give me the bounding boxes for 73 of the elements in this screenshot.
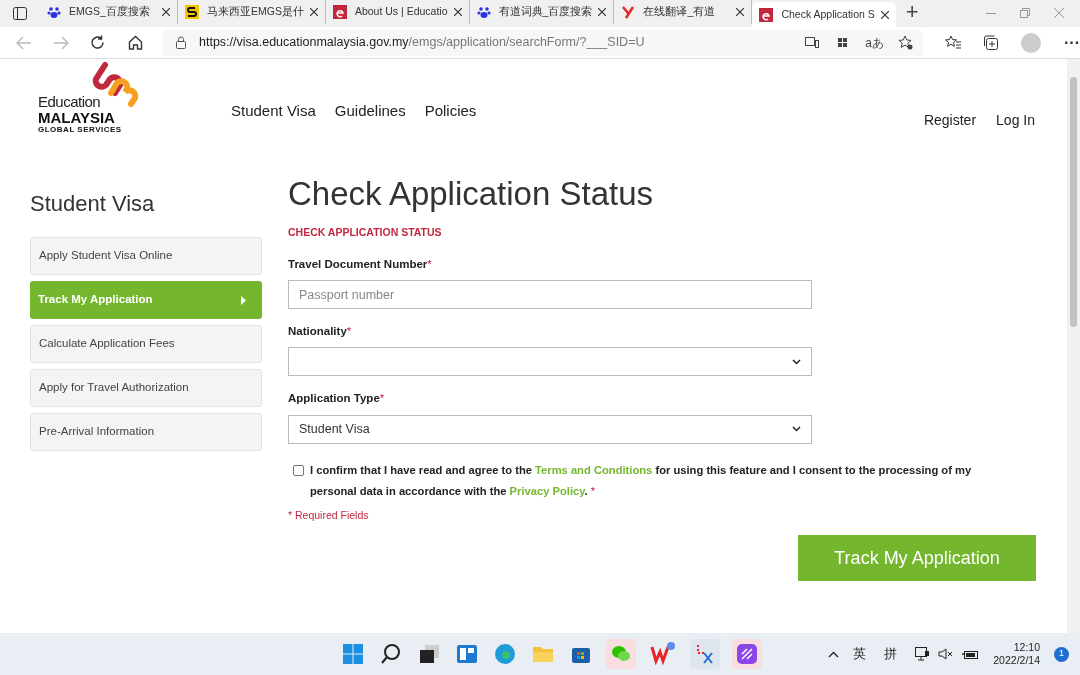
logo[interactable]: Education MALAYSIA GLOBAL SERVICES xyxy=(38,61,140,141)
dropdown-field[interactable]: Student Visa xyxy=(288,414,812,444)
snipping-tool-icon[interactable] xyxy=(690,639,720,669)
translate-button[interactable]: aあ xyxy=(865,33,884,52)
input-method-indicator[interactable]: 拼 xyxy=(884,644,898,664)
browser-tab[interactable]: 有道词典_百度搜索 xyxy=(469,0,615,24)
collections-icon[interactable] xyxy=(983,34,999,51)
battery-icon[interactable] xyxy=(962,648,980,660)
close-icon[interactable] xyxy=(736,7,745,16)
more-menu-button[interactable]: ··· xyxy=(1064,34,1080,51)
sidebar-item[interactable]: Pre-Arrival Information xyxy=(30,413,262,451)
network-icon[interactable] xyxy=(915,647,931,661)
dropdown-field[interactable] xyxy=(288,347,812,377)
chevron-up-icon[interactable] xyxy=(828,650,840,658)
section-heading: CHECK APPLICATION STATUS xyxy=(288,225,443,240)
nav-link[interactable]: Policies xyxy=(424,99,477,123)
grid-icon[interactable] xyxy=(836,36,850,49)
browser-tab[interactable]: 马来西亚EMGS是什 xyxy=(178,0,326,24)
chevron-down-icon xyxy=(792,358,801,365)
required-fields-note: * Required Fields xyxy=(288,507,370,523)
browser-tab[interactable]: About Us | Educatio xyxy=(325,0,470,24)
paw-icon xyxy=(47,4,61,19)
device-icon[interactable] xyxy=(805,37,820,48)
letter-e-logo-icon xyxy=(332,4,347,19)
muted-speaker-icon[interactable] xyxy=(938,648,955,660)
passport-number-field[interactable]: Passport number xyxy=(288,280,812,309)
caret-right-icon xyxy=(241,295,246,305)
app-icon[interactable] xyxy=(732,639,762,669)
sidebar-item[interactable]: Calculate Application Fees xyxy=(30,325,262,363)
clock-time[interactable]: 12:10 xyxy=(1013,641,1040,654)
nav-link[interactable]: Guidelines xyxy=(334,99,406,123)
browser-icon[interactable] xyxy=(492,641,518,667)
field-label: Nationality* xyxy=(288,324,353,339)
browser-tab[interactable]: EMGS_百度搜索 xyxy=(40,0,178,24)
tab-actions-icon[interactable] xyxy=(13,7,27,20)
favorites-icon[interactable] xyxy=(945,35,961,50)
scrollbar[interactable] xyxy=(1067,59,1080,633)
letter-s-logo-icon xyxy=(185,4,199,19)
favorite-add-icon[interactable] xyxy=(898,35,913,50)
account-link[interactable]: Register xyxy=(923,109,977,131)
close-icon[interactable] xyxy=(598,7,607,16)
consent-checkbox[interactable] xyxy=(293,464,304,476)
paw-icon xyxy=(476,4,491,19)
home-icon[interactable] xyxy=(128,35,143,50)
notification-badge[interactable]: 1 xyxy=(1054,646,1069,662)
letter-e-logo-icon xyxy=(759,7,774,22)
nav-link[interactable]: Student Visa xyxy=(231,99,316,123)
logo-text: MALAYSIA xyxy=(38,110,116,125)
account-link[interactable]: Log In xyxy=(996,109,1035,131)
close-icon[interactable] xyxy=(453,7,462,16)
page-title: Check Application Status xyxy=(288,176,655,212)
sidebar-title: Student Visa xyxy=(30,191,156,217)
browser-tab[interactable]: Check Application S xyxy=(752,2,896,27)
new-tab-button[interactable]: + xyxy=(905,1,919,23)
clock-date[interactable]: 2022/2/14 xyxy=(993,654,1040,667)
chevron-down-icon xyxy=(792,426,801,432)
close-icon[interactable] xyxy=(162,7,170,16)
consent-text: I confirm that I have read and agree to the Terms and Conditions for using this feature and I consent to the processing of my personal data in accordance with the Privacy Policy. * xyxy=(310,462,973,499)
logo-tagline: GLOBAL SERVICES xyxy=(38,125,122,134)
address-bar[interactable]: https://visa.educationmalaysia.gov.my/emgs/application/searchForm/?___SID=U aあ xyxy=(163,29,923,56)
start-icon[interactable] xyxy=(340,641,366,667)
lock-icon xyxy=(176,36,186,49)
close-icon[interactable] xyxy=(309,7,318,16)
input-method-indicator[interactable]: 英 xyxy=(853,644,867,664)
reload-icon[interactable] xyxy=(90,35,105,50)
letter-y-logo-icon xyxy=(621,4,636,19)
logo-text: Education xyxy=(38,94,102,110)
sidebar-item[interactable]: Apply for Travel Authorization xyxy=(30,369,262,407)
field-label: Application Type* xyxy=(288,391,386,407)
field-label: Travel Document Number* xyxy=(288,256,433,272)
close-icon[interactable] xyxy=(880,10,889,19)
sidebar-item[interactable]: Apply Student Visa Online xyxy=(30,237,262,275)
url-text: https://visa.educationmalaysia.gov.my/emgs/application/searchForm/?___SID=U xyxy=(199,34,645,52)
